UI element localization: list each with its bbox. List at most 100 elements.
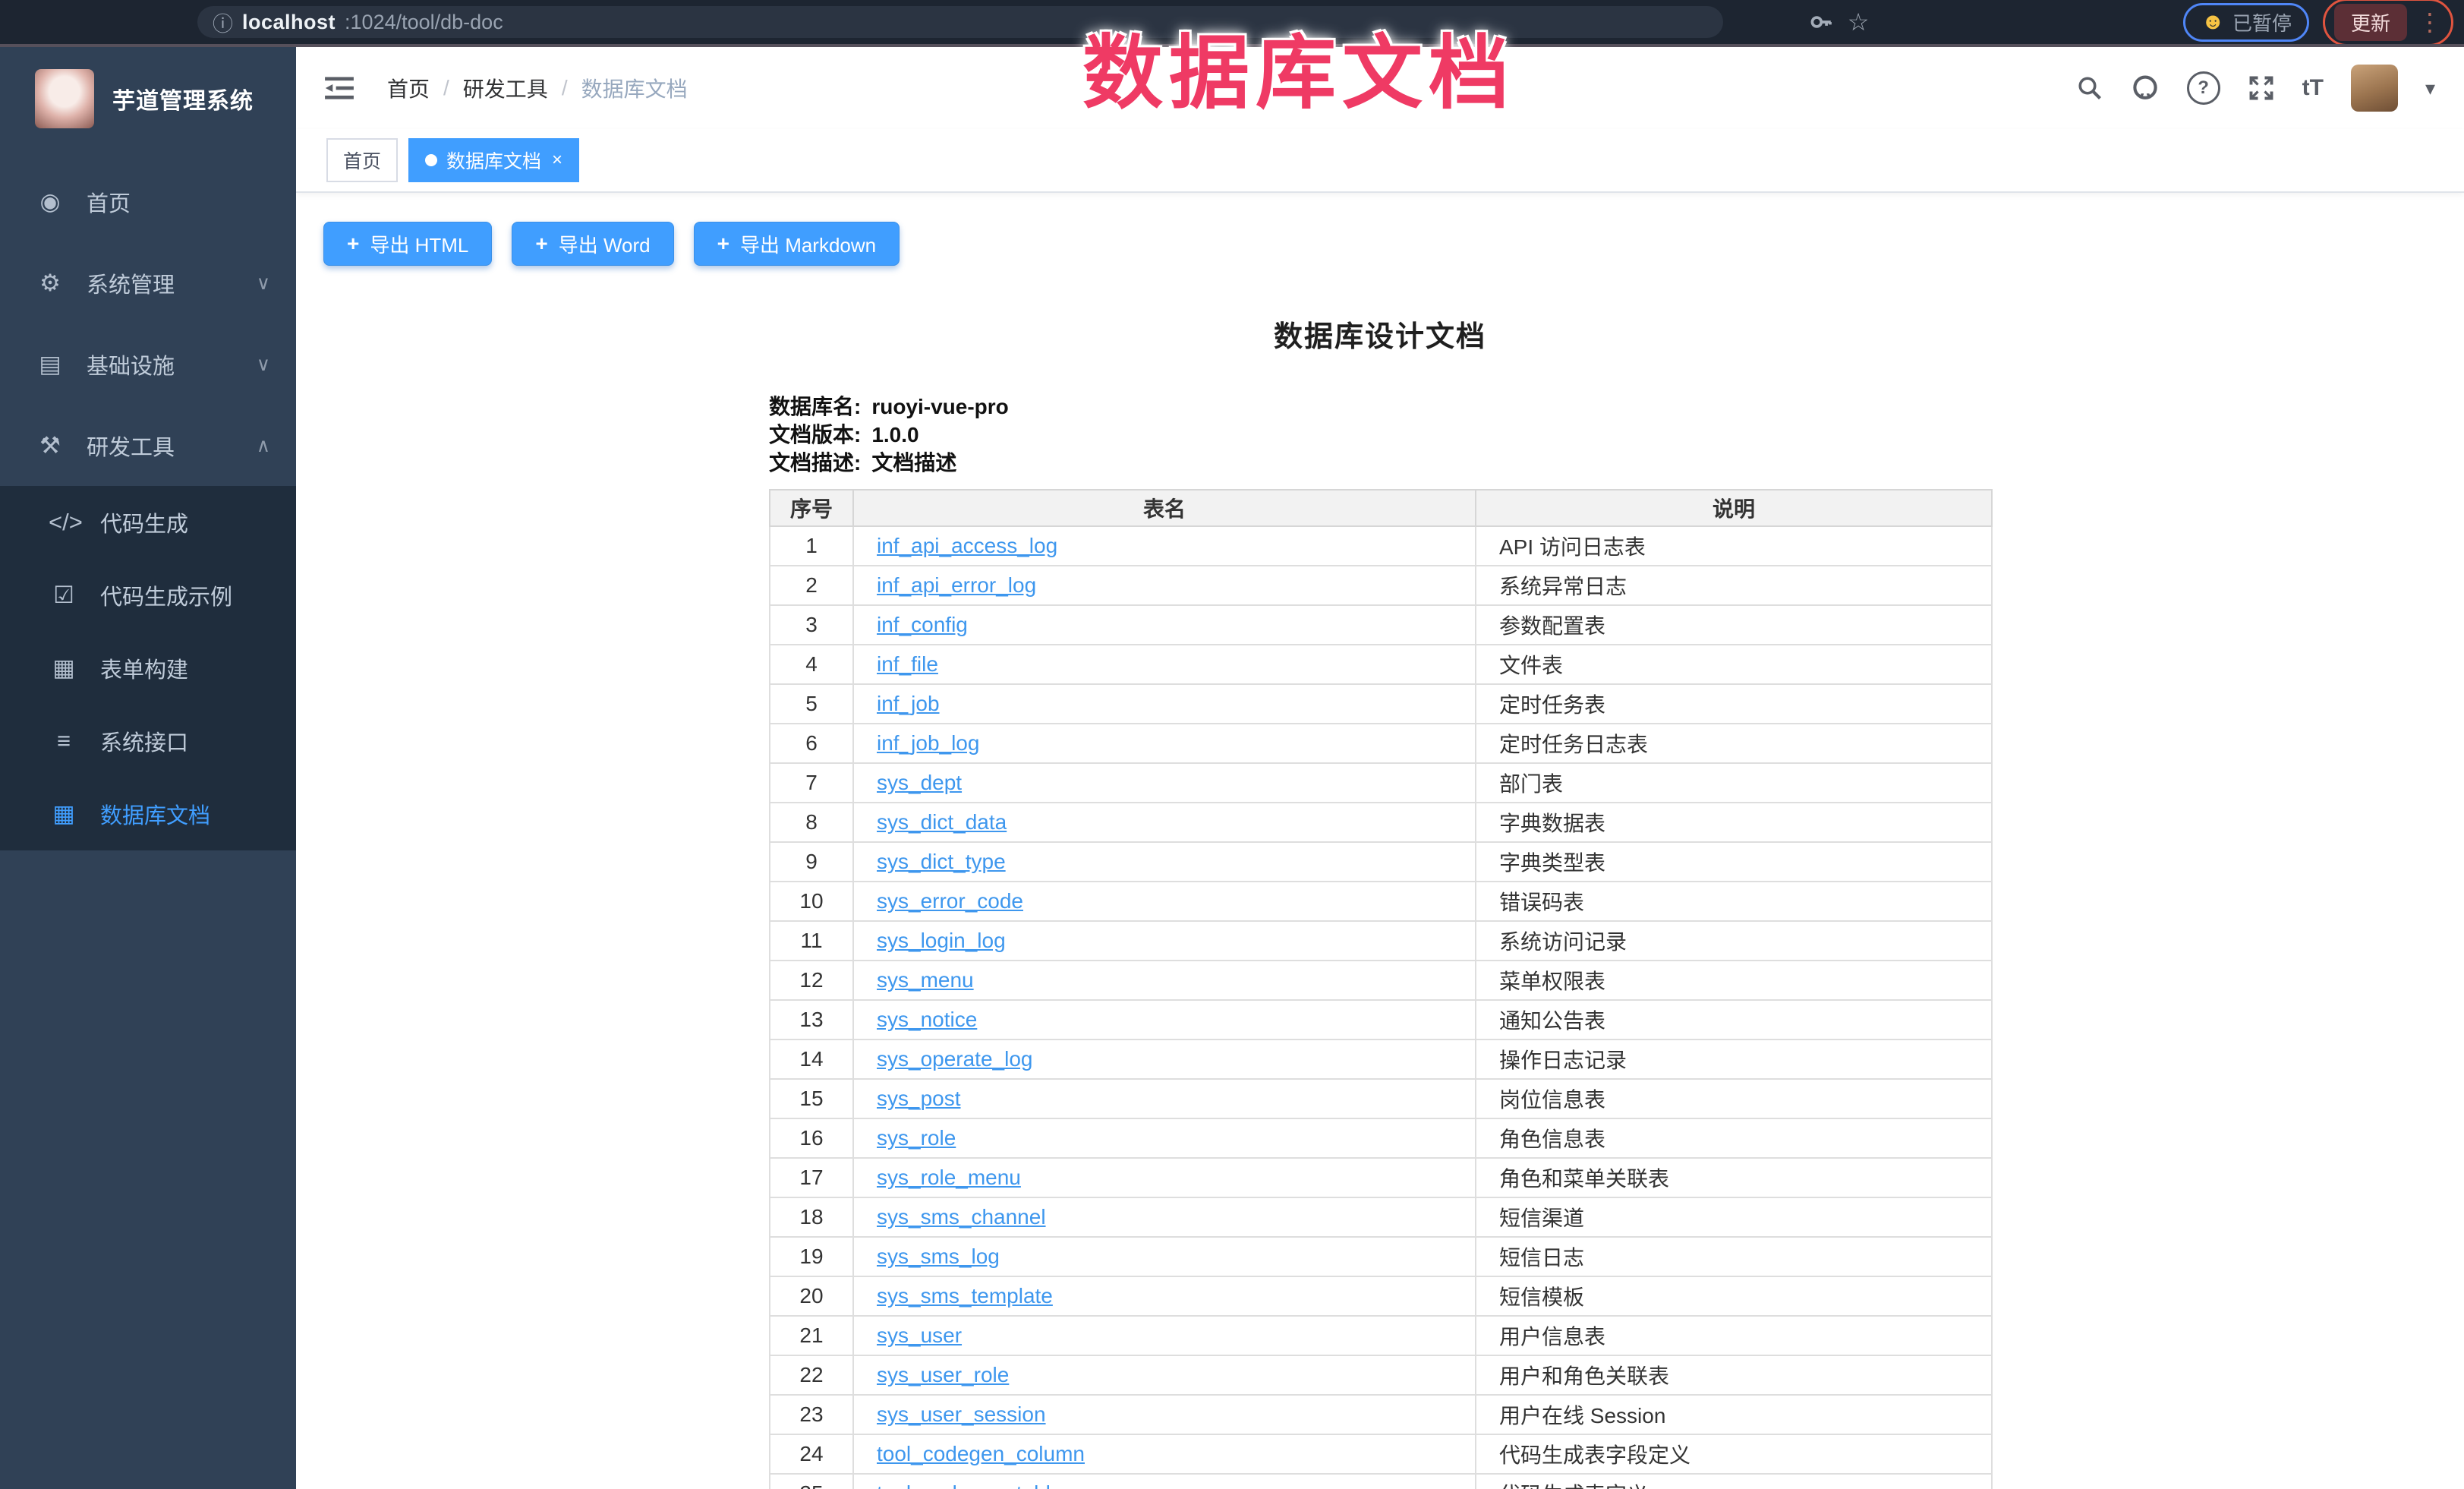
sidebar-item-infrastructure[interactable]: ▤ 基础设施 ∨ (0, 323, 296, 405)
table-name-link[interactable]: sys_user_session (877, 1402, 1046, 1426)
app-title: 芋道管理系统 (112, 82, 254, 115)
sidebar-item-codegen-demo[interactable]: ☑ 代码生成示例 (0, 559, 296, 632)
export-button-label: 导出 Word (559, 230, 651, 258)
key-icon[interactable] (1808, 9, 1834, 35)
export-html-button[interactable]: + 导出 HTML (323, 222, 492, 266)
site-info-icon[interactable]: ⓘ (213, 8, 233, 37)
table-name-link[interactable]: sys_menu (877, 968, 974, 992)
row-number: 1 (770, 526, 853, 566)
table-name-link[interactable]: sys_role_menu (877, 1166, 1021, 1189)
table-row: 6 inf_job_log 定时任务日志表 (770, 724, 1992, 763)
table-description: 用户和角色关联表 (1476, 1355, 1992, 1395)
breadcrumb-db-doc[interactable]: 数据库文档 (581, 73, 701, 103)
ext-on-icon[interactable] (2053, 6, 2084, 38)
table-name-link[interactable]: inf_job_log (877, 731, 979, 755)
table-name-link[interactable]: sys_sms_template (877, 1284, 1053, 1308)
url-path: :1024/tool/db-doc (345, 11, 503, 34)
sidebar-fold-icon[interactable] (325, 76, 354, 100)
table-name-link[interactable]: sys_dict_data (877, 810, 1007, 834)
sidebar-item-db-doc[interactable]: ▦ 数据库文档 (0, 778, 296, 850)
table-row: 5 inf_job 定时任务表 (770, 684, 1992, 724)
fullscreen-icon[interactable] (2248, 74, 2275, 102)
table-name-link[interactable]: sys_sms_log (877, 1245, 1000, 1268)
table-name-link[interactable]: tool_codegen_table (877, 1481, 1062, 1489)
export-markdown-button[interactable]: + 导出 Markdown (694, 222, 900, 266)
table-name-link[interactable]: sys_user_role (877, 1363, 1009, 1386)
user-menu-caret-icon[interactable]: ▾ (2425, 77, 2435, 100)
table-name-link[interactable]: sys_error_code (877, 889, 1023, 913)
sidebar-item-form-builder[interactable]: ▦ 表单构建 (0, 632, 296, 705)
sidebar-item-label: 首页 (87, 186, 131, 218)
sidebar-item-home[interactable]: ◉ 首页 (0, 161, 296, 242)
table-description: 角色和菜单关联表 (1476, 1158, 1992, 1197)
tab-close-icon[interactable]: × (552, 151, 562, 169)
table-description: 菜单权限表 (1476, 961, 1992, 1000)
row-number: 11 (770, 921, 853, 961)
table-name-link[interactable]: sys_operate_log (877, 1047, 1032, 1071)
table-name-link[interactable]: inf_config (877, 613, 968, 636)
table-name-link[interactable]: tool_codegen_column (877, 1442, 1085, 1465)
search-icon[interactable] (2076, 74, 2103, 102)
table-row: 11 sys_login_log 系统访问记录 (770, 921, 1992, 961)
tab-db-doc[interactable]: 数据库文档 × (408, 138, 579, 182)
breadcrumb-home[interactable]: 首页 / (387, 73, 449, 103)
row-number: 3 (770, 605, 853, 645)
table-row: 8 sys_dict_data 字典数据表 (770, 803, 1992, 842)
font-size-icon[interactable]: tT (2302, 75, 2324, 101)
ext-puzzle-icon[interactable] (2138, 6, 2169, 38)
table-row: 22 sys_user_role 用户和角色关联表 (770, 1355, 1992, 1395)
table-name-link[interactable]: sys_dict_type (877, 850, 1006, 873)
row-number: 13 (770, 1000, 853, 1039)
table-header-row: 序号 表名 说明 (770, 490, 1992, 526)
sidebar-item-codegen[interactable]: </> 代码生成 (0, 486, 296, 559)
table-name-link[interactable]: sys_role (877, 1126, 956, 1150)
table-name-link[interactable]: inf_job (877, 692, 940, 715)
ext-target-icon[interactable] (1883, 6, 1914, 38)
ext-grid-icon[interactable] (2010, 6, 2042, 38)
table-name-link[interactable]: sys_dept (877, 771, 962, 794)
breadcrumb-devtools[interactable]: 研发工具 / (463, 73, 568, 103)
table-description: 角色信息表 (1476, 1118, 1992, 1158)
meta-doc-desc: 文档描述: 文档描述 (769, 449, 1991, 477)
row-number: 16 (770, 1118, 853, 1158)
main-content: + 导出 HTML + 导出 Word + 导出 Markdown 数据库设计文… (296, 194, 2464, 1489)
table-name-link[interactable]: inf_api_error_log (877, 573, 1036, 597)
sidebar-item-label: 研发工具 (87, 430, 175, 462)
sidebar-item-system[interactable]: ⚙ 系统管理 ∨ (0, 242, 296, 323)
user-avatar[interactable] (2351, 65, 2398, 112)
sidebar-item-label: 数据库文档 (100, 798, 210, 830)
tab-home[interactable]: 首页 (326, 138, 398, 182)
github-icon[interactable] (2131, 74, 2160, 103)
help-icon[interactable]: ? (2187, 71, 2220, 105)
meta-value: 1.0.0 (871, 421, 918, 449)
export-button-label: 导出 Markdown (740, 230, 876, 258)
row-number: 2 (770, 566, 853, 605)
ext-check-icon[interactable] (1968, 6, 1999, 38)
ext-leaf-icon[interactable] (2095, 6, 2127, 38)
table-description: 定时任务日志表 (1476, 724, 1992, 763)
table-name-link[interactable]: sys_notice (877, 1008, 977, 1031)
table-name-link[interactable]: sys_sms_channel (877, 1205, 1046, 1229)
sidebar-item-system-api[interactable]: ≡ 系统接口 (0, 705, 296, 778)
tab-label: 数据库文档 (446, 147, 541, 174)
table-row: 2 inf_api_error_log 系统异常日志 (770, 566, 1992, 605)
export-word-button[interactable]: + 导出 Word (512, 222, 673, 266)
paused-badge[interactable]: ☻ 已暂停 (2183, 3, 2309, 42)
meta-label: 文档版本: (769, 421, 861, 449)
chrome-update-button[interactable]: 更新 (2334, 4, 2407, 41)
form-icon: ▦ (49, 655, 79, 682)
active-dot-icon (425, 154, 437, 166)
address-bar[interactable]: ⓘ localhost:1024/tool/db-doc (197, 6, 1723, 38)
ext-funnel-icon[interactable] (1925, 6, 1957, 38)
table-name-link[interactable]: sys_user (877, 1323, 962, 1347)
table-description: 错误码表 (1476, 882, 1992, 921)
chrome-menu-icon[interactable]: ⋮ (2418, 8, 2442, 36)
table-row: 25 tool_codegen_table 代码生成表定义 (770, 1474, 1992, 1489)
table-name-link[interactable]: inf_file (877, 652, 938, 676)
table-description: 用户在线 Session (1476, 1395, 1992, 1434)
table-name-link[interactable]: inf_api_access_log (877, 534, 1057, 557)
table-name-link[interactable]: sys_login_log (877, 929, 1006, 952)
bookmark-star-icon[interactable]: ☆ (1848, 8, 1870, 36)
table-name-link[interactable]: sys_post (877, 1087, 961, 1110)
sidebar-item-devtools[interactable]: ⚒ 研发工具 ∧ (0, 405, 296, 486)
